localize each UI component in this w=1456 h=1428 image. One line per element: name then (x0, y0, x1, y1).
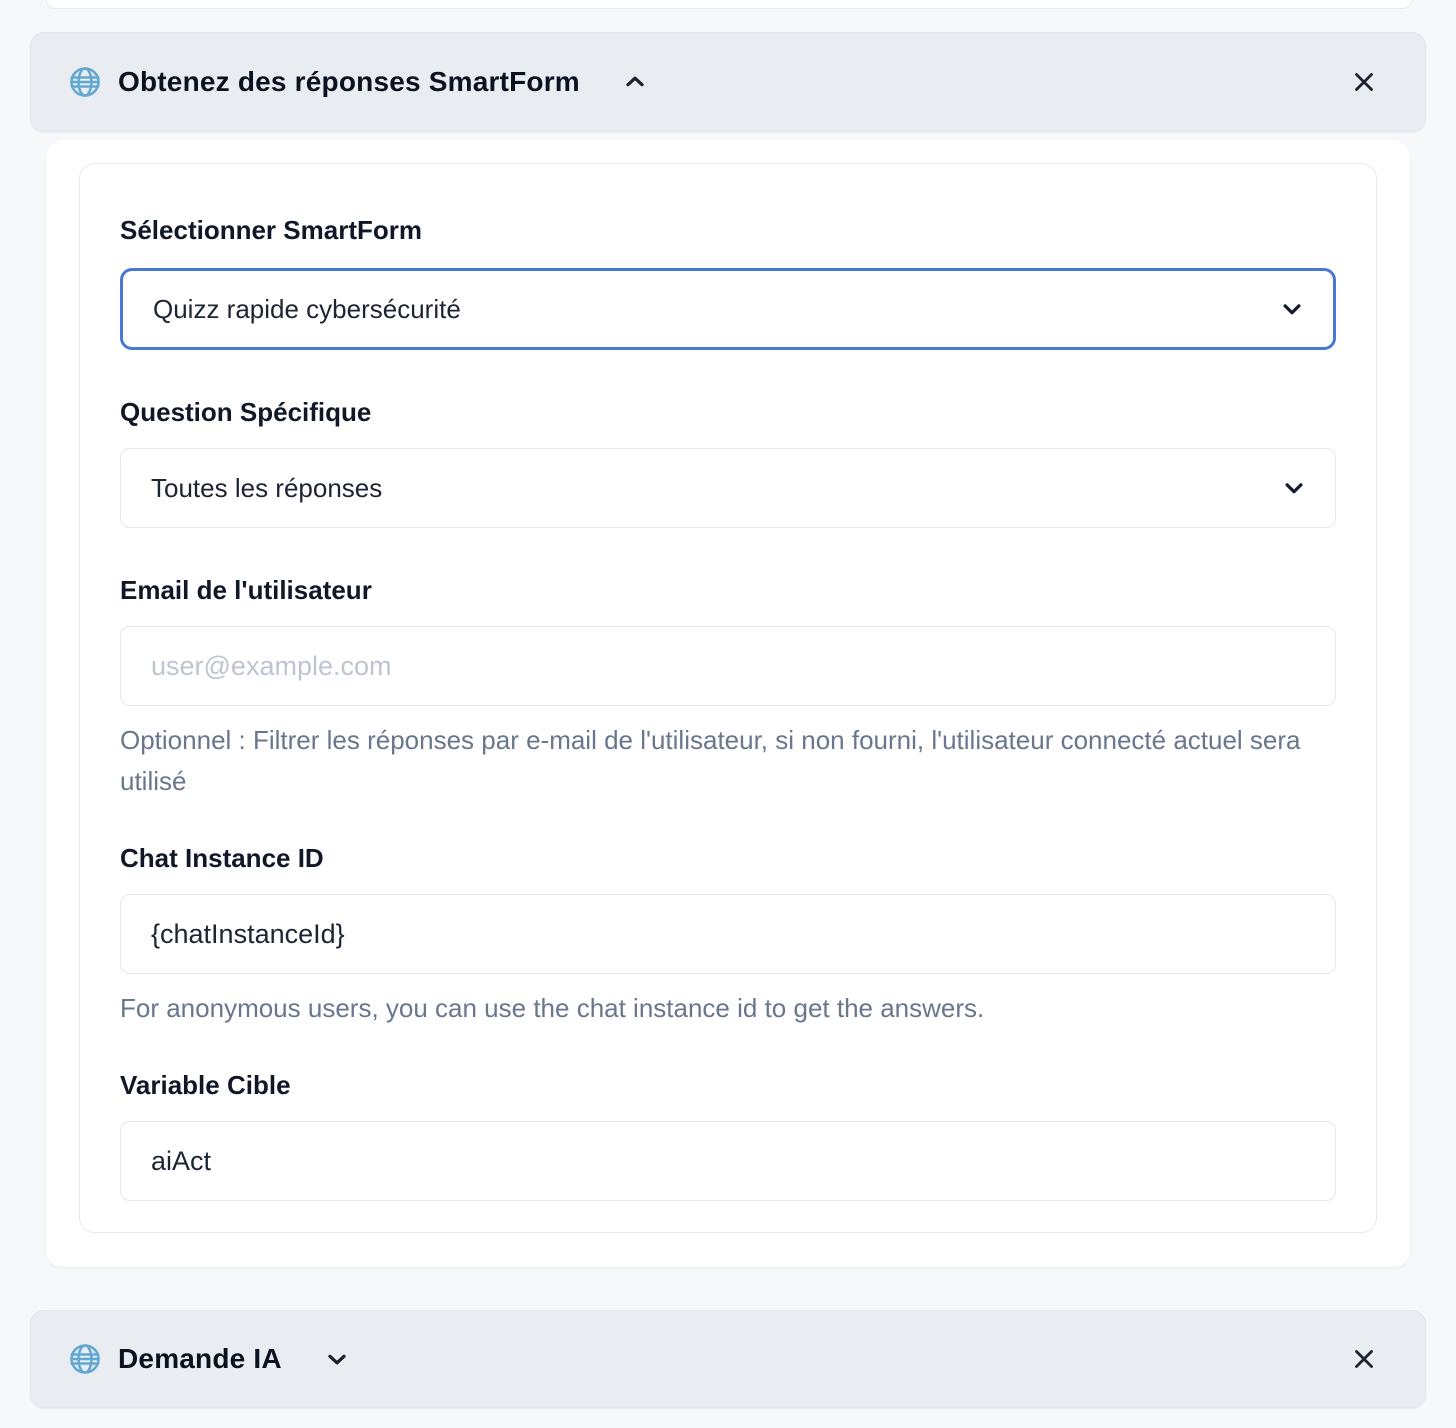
collapse-button[interactable] (618, 65, 652, 99)
previous-card-remnant (46, 0, 1412, 9)
question-label: Question Spécifique (120, 396, 1336, 428)
variable-cible-label: Variable Cible (120, 1069, 1336, 1101)
chevron-down-icon (1277, 294, 1307, 324)
expand-button[interactable] (320, 1342, 354, 1376)
close-button[interactable] (1345, 1340, 1383, 1378)
smartform-header-title: Obtenez des réponses SmartForm (118, 66, 580, 98)
globe-icon (67, 64, 103, 100)
email-label: Email de l'utilisateur (120, 574, 1336, 606)
chevron-down-icon (324, 1346, 350, 1372)
chat-instance-helper-text: For anonymous users, you can use the cha… (120, 988, 1310, 1029)
smartform-header[interactable]: Obtenez des réponses SmartForm (30, 32, 1426, 132)
globe-icon (67, 1341, 103, 1377)
smartform-select[interactable]: Quizz rapide cybersécurité (120, 268, 1336, 350)
close-button[interactable] (1345, 63, 1383, 101)
variable-cible-input[interactable] (120, 1121, 1336, 1201)
close-icon (1349, 1344, 1379, 1374)
chevron-down-icon (1279, 473, 1309, 503)
smartform-panel-body: Sélectionner SmartForm Quizz rapide cybe… (46, 140, 1410, 1267)
smartform-select-value: Quizz rapide cybersécurité (153, 294, 461, 325)
demande-ia-header[interactable]: Demande IA (30, 1310, 1426, 1408)
select-smartform-label: Sélectionner SmartForm (120, 214, 1336, 246)
demande-ia-header-title: Demande IA (118, 1343, 282, 1375)
email-helper-text: Optionnel : Filtrer les réponses par e-m… (120, 720, 1310, 802)
chat-instance-input[interactable] (120, 894, 1336, 974)
close-icon (1349, 67, 1379, 97)
chevron-up-icon (622, 69, 648, 95)
question-select-value: Toutes les réponses (151, 473, 382, 504)
chat-instance-label: Chat Instance ID (120, 842, 1336, 874)
email-input[interactable] (120, 626, 1336, 706)
question-select[interactable]: Toutes les réponses (120, 448, 1336, 528)
smartform-form: Sélectionner SmartForm Quizz rapide cybe… (79, 163, 1377, 1233)
